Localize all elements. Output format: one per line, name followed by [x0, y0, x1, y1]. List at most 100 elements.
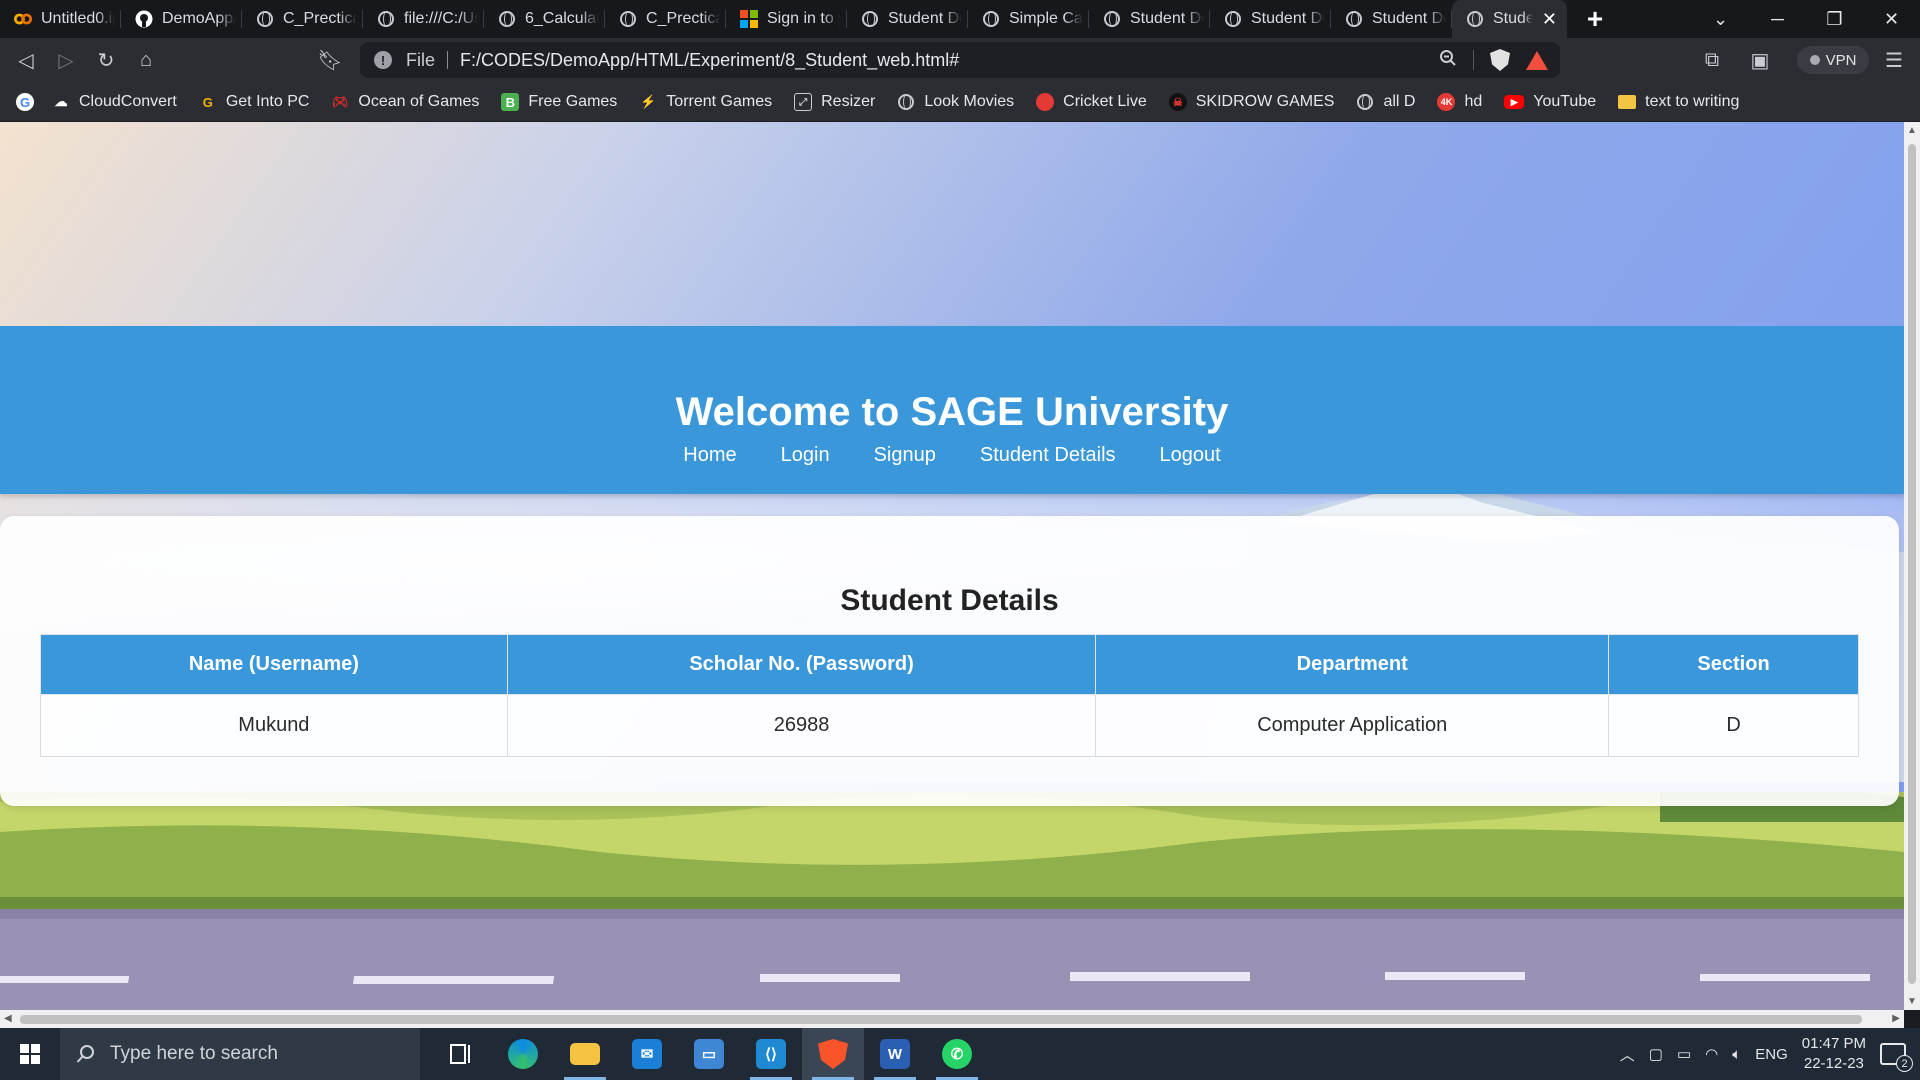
bookmark-getintopc[interactable]: G Get Into PC — [199, 93, 310, 111]
bookmark-icon[interactable]: 🔖︎ — [310, 41, 350, 81]
tab-title: Student De — [1372, 10, 1446, 27]
bookmark-hd[interactable]: 4K hd — [1437, 93, 1482, 111]
browser-tab[interactable]: DemoApp/ — [121, 0, 242, 38]
close-window-icon[interactable]: ✕ — [1863, 0, 1920, 38]
brave-rewards-icon[interactable] — [1526, 50, 1548, 70]
bookmark-google[interactable]: G — [16, 93, 34, 111]
mail-icon: ✉ — [632, 1039, 662, 1069]
new-tab-button[interactable]: + — [1567, 0, 1623, 38]
bookmark-torrentgames[interactable]: ⚡ Torrent Games — [639, 93, 772, 111]
background-landscape — [0, 792, 1904, 1010]
horizontal-scroll-thumb[interactable] — [20, 1015, 1862, 1024]
tray-chevron-icon[interactable]: ︿ — [1620, 1044, 1635, 1065]
taskbar-app-edge[interactable] — [492, 1028, 554, 1080]
edge-icon — [508, 1039, 538, 1069]
tab-search-chevron-icon[interactable]: ⌄ — [1692, 0, 1749, 38]
bookmark-label: text to writing — [1645, 93, 1740, 110]
bookmark-resizer[interactable]: ⤢ Resizer — [794, 93, 875, 111]
browser-tab[interactable]: 6_Calculato — [484, 0, 605, 38]
bookmark-oceanofgames[interactable]: 🎮︎ Ocean of Games — [331, 93, 479, 111]
vertical-scroll-thumb[interactable] — [1908, 144, 1916, 984]
taskbar-app-word[interactable]: W — [864, 1028, 926, 1080]
browser-tab[interactable]: Student De — [1210, 0, 1331, 38]
bookmarks-bar: G ☁ CloudConvert G Get Into PC 🎮︎ Ocean … — [0, 83, 1920, 121]
scroll-left-icon[interactable]: ◀ — [4, 1013, 12, 1024]
file-explorer-icon — [570, 1043, 600, 1065]
tab-title: file:///C:/Us — [404, 10, 478, 27]
home-icon[interactable]: ⌂ — [126, 41, 166, 81]
nav-student-details-link[interactable]: Student Details — [980, 444, 1116, 467]
restore-icon[interactable]: ❐ — [1806, 0, 1863, 38]
scroll-right-icon[interactable]: ▶ — [1892, 1013, 1900, 1024]
brave-shields-icon[interactable] — [1490, 49, 1510, 71]
tab-title: 6_Calculato — [525, 10, 599, 27]
browser-tab[interactable]: Simple Calc — [968, 0, 1089, 38]
bookmark-label: Ocean of Games — [358, 93, 480, 110]
browser-tab[interactable]: Untitled0.ip — [0, 0, 121, 38]
notification-center-icon[interactable]: 2 — [1880, 1043, 1913, 1072]
taskbar-app-mail[interactable]: ✉ — [616, 1028, 678, 1080]
clock[interactable]: 01:47 PM 22-12-23 — [1802, 1034, 1866, 1074]
bookmark-cricketlive[interactable]: Cricket Live — [1036, 93, 1147, 111]
browser-tab[interactable]: file:///C:/Us — [363, 0, 484, 38]
column-header: Section — [1608, 634, 1859, 695]
taskbar-app-whatsapp[interactable]: ✆ — [926, 1028, 988, 1080]
bookmark-cloudconvert[interactable]: ☁ CloudConvert — [52, 93, 177, 111]
battery-icon[interactable]: ▭ — [1677, 1045, 1691, 1063]
bookmark-skidrow[interactable]: ☠ SKIDROW GAMES — [1168, 93, 1334, 111]
browser-tab[interactable]: Sign in to y — [726, 0, 847, 38]
url-text[interactable]: F:/CODES/DemoApp/HTML/Experiment/8_Stude… — [460, 50, 959, 71]
task-view-button[interactable] — [430, 1028, 492, 1080]
browser-tab[interactable]: Student De — [1331, 0, 1452, 38]
taskbar-app-file-explorer[interactable] — [554, 1028, 616, 1080]
nav-login-link[interactable]: Login — [781, 444, 830, 467]
extensions-icon[interactable]: ⧉ — [1692, 41, 1732, 81]
zoom-icon[interactable] — [1439, 49, 1457, 72]
reload-icon[interactable]: ↻ — [86, 41, 126, 81]
globe-icon — [377, 10, 395, 28]
globe-icon — [498, 10, 516, 28]
nav-signup-link[interactable]: Signup — [874, 444, 936, 467]
volume-icon[interactable]: 🔈︎ — [1732, 1046, 1741, 1063]
forward-icon[interactable]: ▷ — [46, 41, 86, 81]
bookmark-alld[interactable]: all D — [1356, 93, 1415, 111]
bookmark-youtube[interactable]: ▶ YouTube — [1504, 93, 1596, 111]
scroll-down-icon[interactable]: ▼ — [1907, 996, 1917, 1007]
taskbar-app-brave[interactable] — [802, 1028, 864, 1080]
browser-tab[interactable]: C_Prectical_ — [605, 0, 726, 38]
bookmark-freegames[interactable]: B Free Games — [501, 93, 617, 111]
site-info-icon[interactable]: ! — [374, 51, 392, 69]
wifi-icon[interactable]: ◠ — [1705, 1045, 1718, 1063]
vpn-button[interactable]: VPN — [1797, 46, 1869, 74]
cell-username: Mukund — [40, 694, 508, 757]
bookmark-label: all D — [1383, 93, 1416, 110]
nav-logout-link[interactable]: Logout — [1160, 444, 1221, 467]
scroll-up-icon[interactable]: ▲ — [1907, 125, 1917, 136]
close-tab-icon[interactable]: ✕ — [1542, 9, 1557, 30]
wallet-icon[interactable]: ▣ — [1740, 41, 1780, 81]
card-title: Student Details — [840, 584, 1059, 617]
table-header-row: Name (Username) Scholar No. (Password) D… — [40, 634, 1859, 695]
language-indicator[interactable]: ENG — [1755, 1046, 1788, 1063]
start-button[interactable] — [0, 1028, 60, 1080]
folder-icon — [1618, 95, 1637, 109]
taskbar-search[interactable]: Type here to search — [60, 1028, 420, 1080]
bookmark-lookmovies[interactable]: Look Movies — [897, 93, 1014, 111]
globe-icon — [1466, 10, 1484, 28]
vertical-scrollbar[interactable]: ▲ ▼ — [1904, 122, 1920, 1010]
taskbar-app-vscode[interactable]: ⟨⟩ — [740, 1028, 802, 1080]
browser-tab[interactable]: C_Prectical_ — [242, 0, 363, 38]
browser-tab[interactable]: Student De — [847, 0, 968, 38]
browser-tab-active[interactable]: Studen ✕ — [1452, 0, 1567, 38]
menu-icon[interactable]: ☰ — [1874, 41, 1914, 81]
bookmark-texttowriting[interactable]: text to writing — [1618, 93, 1739, 111]
taskbar-app-remote-desktop[interactable]: ▭ — [678, 1028, 740, 1080]
minimize-icon[interactable]: ─ — [1749, 0, 1806, 38]
browser-tab[interactable]: Student De — [1089, 0, 1210, 38]
nav-home-link[interactable]: Home — [683, 444, 736, 467]
meet-now-icon[interactable]: ▢ — [1649, 1045, 1663, 1063]
globe-icon — [861, 10, 879, 28]
address-bar[interactable]: ! File F:/CODES/DemoApp/HTML/Experiment/… — [360, 42, 1560, 78]
horizontal-scrollbar[interactable]: ◀ ▶ — [0, 1010, 1904, 1028]
back-icon[interactable]: ◁ — [6, 41, 46, 81]
